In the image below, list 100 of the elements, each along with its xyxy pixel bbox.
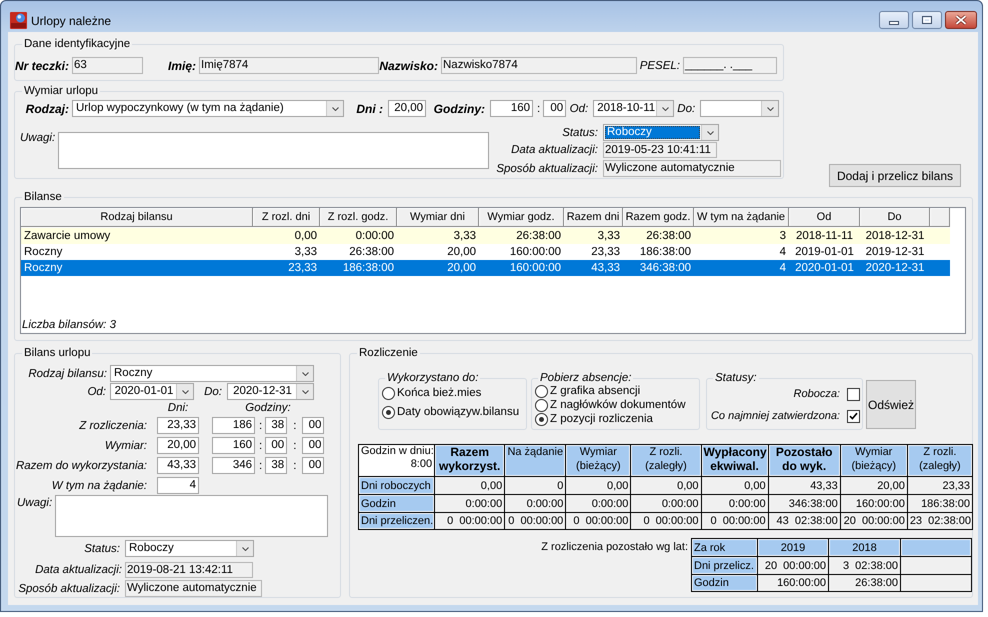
hours-field[interactable]: 00 xyxy=(302,417,324,434)
date-dropdown[interactable]: 2020-12-31 xyxy=(227,383,314,400)
field-label: W tym na żądanie: xyxy=(52,480,147,492)
hours-field[interactable]: 00 xyxy=(302,457,324,474)
close-button[interactable] xyxy=(945,11,977,29)
text-field[interactable]: Nazwisko7874 xyxy=(441,57,637,74)
group-title: Bilanse xyxy=(23,190,63,204)
notes-field[interactable] xyxy=(58,132,489,169)
hours-field[interactable]: 186 xyxy=(212,417,255,434)
column-label: Godziny: xyxy=(245,402,291,414)
hours-field[interactable]: 00 xyxy=(302,437,324,454)
add-and-recalculate-button[interactable]: Dodaj i przelicz bilans xyxy=(829,164,961,187)
radio-label[interactable]: Z nagłówków dokumentów xyxy=(550,399,686,411)
hours-field[interactable]: 38 xyxy=(265,457,288,474)
column-header[interactable]: Razem godz. xyxy=(623,208,694,227)
checkbox-label: Robocza: xyxy=(794,388,840,400)
radio-button[interactable] xyxy=(535,398,548,412)
checkbox[interactable] xyxy=(847,410,860,422)
column-header[interactable]: Razem dni xyxy=(564,208,623,227)
column-header: Z rozli. (zaległy) xyxy=(630,444,702,476)
column-header: Wymiar (bieżący) xyxy=(840,444,908,476)
days-field[interactable]: 20,00 xyxy=(157,437,199,454)
column-header[interactable]: Od xyxy=(789,208,860,227)
dropdown-button[interactable] xyxy=(296,384,313,399)
column-header[interactable]: Wymiar godz. xyxy=(479,208,564,227)
text-field[interactable]: Imię7874 xyxy=(199,57,379,74)
text-field[interactable]: Wyliczone automatycznie xyxy=(125,580,262,597)
field-label: Status: xyxy=(562,126,598,138)
text-field[interactable]: 2019-05-23 10:41:11 xyxy=(603,142,717,158)
hours-field[interactable]: 38 xyxy=(265,417,288,434)
notes-field[interactable] xyxy=(55,495,328,537)
table-row[interactable]: Zawarcie umowy 0,00 0:00:00 3,33 26:38:00 3,33 26:38:00 3 2018-11-11 2018-12-31 xyxy=(21,228,950,244)
dropdown-button[interactable] xyxy=(236,541,253,556)
table-row[interactable]: Roczny 23,33 186:38:00 20,00 160:00:00 43,33 346:38:00 4 2020-01-01 2020-12-31 xyxy=(21,260,950,276)
group-title: Bilans urlopu xyxy=(23,346,92,360)
column-label: Dni: xyxy=(168,402,188,414)
field-label: Od: xyxy=(570,102,588,114)
table-cell-text: 2019-01-01 xyxy=(794,245,855,260)
radio-button[interactable] xyxy=(382,386,395,400)
radio-button[interactable] xyxy=(535,412,548,426)
dropdown-button[interactable] xyxy=(656,101,674,116)
dropdown-button[interactable] xyxy=(761,101,778,116)
radio-button[interactable] xyxy=(382,406,395,418)
table-cell-text: 3 xyxy=(778,229,787,244)
column-header[interactable]: Z rozl. godz. xyxy=(320,208,397,227)
table-cell: 0 00:00:00 xyxy=(504,512,566,530)
dropdown-button[interactable] xyxy=(176,384,193,399)
column-header: Z rozli. (zaległy) xyxy=(907,444,972,476)
leave-type-dropdown[interactable]: Urlop wypoczynkowy (w tym na żądanie) xyxy=(72,100,344,117)
radio-label[interactable]: Końca bież.mies xyxy=(397,387,482,399)
status-dropdown[interactable]: Roboczy xyxy=(603,124,719,141)
column-header[interactable]: Wymiar dni xyxy=(397,208,479,227)
table-cell: 26:38:00 xyxy=(828,574,900,592)
text-field[interactable]: 2019-08-21 13:42:11 xyxy=(125,562,253,578)
hours-field[interactable]: 160 xyxy=(490,100,533,117)
column-header[interactable]: Do xyxy=(860,208,930,227)
table-cell: 160:00:00 xyxy=(758,574,828,592)
dropdown-button[interactable] xyxy=(326,101,343,116)
table-cell: 186:38:00 xyxy=(907,494,972,512)
radio-label[interactable]: Daty obowiązyw.bilansu xyxy=(397,406,520,418)
radio-label[interactable]: Z pozycji rozliczenia xyxy=(550,413,653,425)
text-field[interactable]: 63 xyxy=(72,57,143,74)
text-field[interactable]: ______. .___ xyxy=(683,57,777,74)
hours-field[interactable]: 00 xyxy=(265,437,288,454)
maximize-button[interactable] xyxy=(912,11,942,29)
dropdown-button[interactable] xyxy=(296,366,313,381)
column-header: Za rok xyxy=(692,538,758,556)
table-cell: 0:00:00 xyxy=(566,494,631,512)
days-field[interactable]: 23,33 xyxy=(157,417,199,434)
table-cell-text: 23,33 xyxy=(590,245,621,260)
field-label: Godziny: xyxy=(434,102,485,116)
hours-field[interactable]: 346 xyxy=(212,457,255,474)
column-header[interactable]: Rodzaj bilansu xyxy=(21,208,253,227)
field-label: Rodzaj: xyxy=(26,102,69,116)
close-icon xyxy=(955,15,967,25)
date-dropdown[interactable]: 2020-01-01 xyxy=(110,383,194,400)
minimize-button[interactable] xyxy=(879,11,909,29)
radio-button[interactable] xyxy=(535,384,548,398)
days-field[interactable]: 20,00 xyxy=(388,100,426,117)
chevron-down-icon xyxy=(766,106,774,110)
refresh-button[interactable]: Odśwież xyxy=(866,380,916,429)
checkbox[interactable] xyxy=(847,388,860,400)
time-separator: : xyxy=(293,440,296,452)
dropdown-button[interactable] xyxy=(701,125,718,140)
status-dropdown[interactable]: Roboczy xyxy=(125,540,254,557)
table-cell: 23,33 xyxy=(907,476,972,494)
date-dropdown[interactable]: 2018-10-11 xyxy=(593,100,674,117)
column-header[interactable]: Z rozl. dni xyxy=(253,208,320,227)
table-cell-text: Roczny xyxy=(23,245,64,260)
days-field[interactable]: 43,33 xyxy=(157,457,199,474)
balance-type-dropdown[interactable]: Roczny xyxy=(110,365,314,382)
table-cell: 20 00:00:00 xyxy=(840,512,908,530)
field-label: Do: xyxy=(677,102,696,114)
hours-field[interactable]: 00 xyxy=(543,100,566,117)
text-field[interactable]: Wyliczone automatycznie xyxy=(603,160,781,177)
hours-field[interactable]: 160 xyxy=(212,437,255,454)
field-label: Uwagi: xyxy=(17,497,52,509)
radio-label[interactable]: Z grafika absencji xyxy=(550,385,640,397)
column-header[interactable]: W tym na żądanie xyxy=(694,208,789,227)
days-field[interactable]: 4 xyxy=(157,477,199,494)
